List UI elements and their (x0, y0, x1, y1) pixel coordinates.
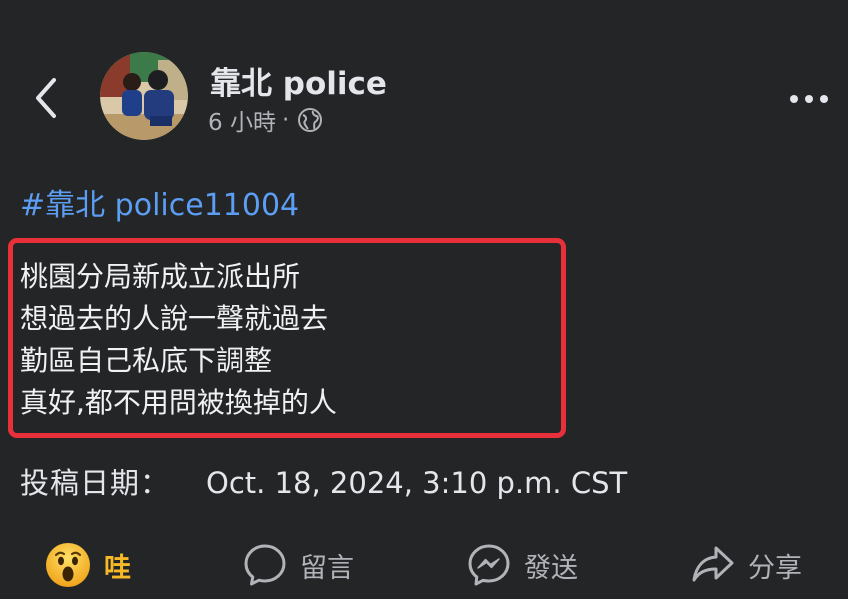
post-line: 勤區自己私底下調整 (20, 344, 273, 377)
back-button[interactable] (22, 72, 70, 124)
globe-icon (297, 107, 323, 133)
post-line: 想過去的人說一聲就過去 (20, 302, 329, 335)
comment-button[interactable]: 留言 (242, 538, 354, 592)
avatar[interactable] (100, 52, 188, 140)
post-text: 桃園分局新成立派出所 想過去的人說一聲就過去 勤區自己私底下調整 真好,都不用問… (20, 256, 337, 424)
share-button[interactable]: 分享 (690, 538, 802, 592)
post-meta: 6 小時 · (208, 104, 323, 136)
send-label: 發送 (524, 552, 578, 584)
meta-separator: · (281, 107, 290, 133)
more-options-button[interactable] (782, 84, 836, 114)
send-button[interactable]: 發送 (466, 538, 578, 592)
chevron-left-icon (36, 78, 56, 118)
date-value: Oct. 18, 2024, 3:10 p.m. CST (206, 466, 628, 500)
date-label: 投稿日期： (20, 466, 171, 500)
comment-label: 留言 (300, 552, 354, 584)
wow-reaction-icon (44, 541, 92, 589)
post-timestamp[interactable]: 6 小時 (208, 103, 276, 137)
post-line: 真好,都不用問被換掉的人 (20, 386, 337, 419)
comment-icon (242, 542, 288, 588)
post-line: 桃園分局新成立派出所 (20, 260, 301, 293)
avatar-image (100, 52, 188, 140)
more-horizontal-icon (790, 95, 798, 103)
reaction-button[interactable]: 哇 (44, 538, 131, 592)
share-label: 分享 (748, 552, 802, 584)
reaction-label: 哇 (104, 552, 131, 584)
author-name[interactable]: 靠北 police (210, 58, 387, 103)
share-icon (690, 542, 736, 588)
submission-date: 投稿日期： Oct. 18, 2024, 3:10 p.m. CST (20, 460, 627, 502)
messenger-icon (466, 542, 512, 588)
hashtag-link[interactable]: #靠北 police11004 (20, 180, 299, 224)
